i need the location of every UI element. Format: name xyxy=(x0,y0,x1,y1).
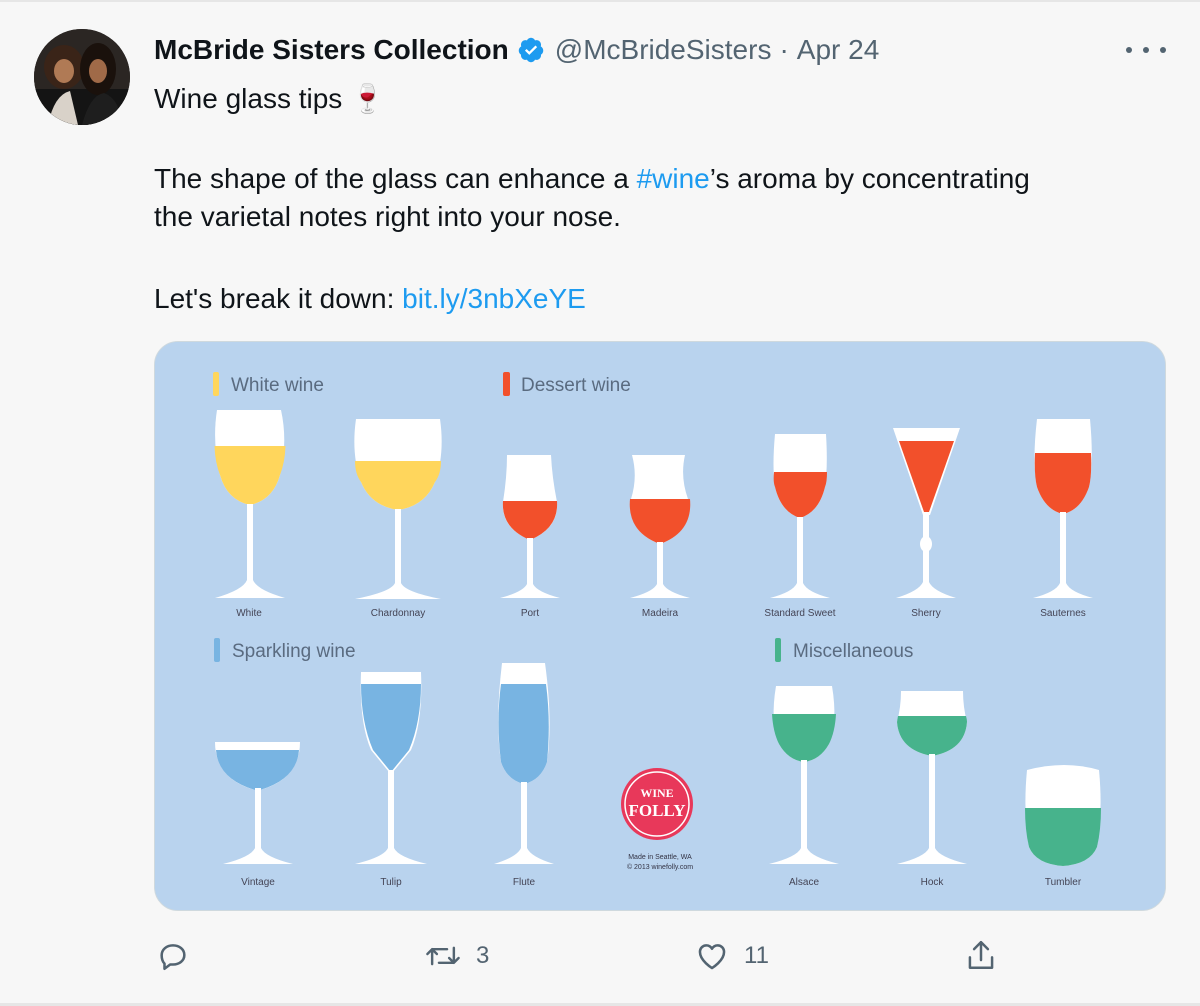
glass-label: Tulip xyxy=(380,877,402,888)
section-miscellaneous: Miscellaneous xyxy=(775,638,913,662)
logo-text: FOLLY xyxy=(628,801,685,820)
section-title: Dessert wine xyxy=(521,375,631,396)
glass-label: Tumbler xyxy=(1045,877,1082,888)
logo-text: WINE xyxy=(640,786,673,800)
tweet-text: ’s aroma by concentrating xyxy=(709,163,1030,194)
wine-glass-infographic: White wine Dessert wine Sparkling wine M… xyxy=(155,342,1165,910)
glass-label: Flute xyxy=(513,877,536,888)
more-dot xyxy=(1160,47,1166,53)
glass-label: Sherry xyxy=(911,608,940,619)
dessert-bottle-icon xyxy=(503,372,510,396)
share-icon xyxy=(968,940,994,970)
glass-label: Standard Sweet xyxy=(764,608,835,619)
short-url-link[interactable]: bit.ly/3nbXeYE xyxy=(402,283,586,314)
section-title: Sparkling wine xyxy=(232,641,356,662)
avatar-image xyxy=(34,29,130,125)
retweet-icon xyxy=(426,946,460,966)
misc-bottle-icon xyxy=(775,638,781,662)
wine-glass-emoji: 🍷 xyxy=(350,83,385,114)
wine-folly-logo: WINE FOLLY Made in Seattle, WA © 2013 wi… xyxy=(621,768,693,871)
heart-icon xyxy=(698,944,726,970)
tweet-header: McBride Sisters Collection @McBrideSiste… xyxy=(154,30,879,70)
section-title: White wine xyxy=(231,375,324,396)
like-button[interactable]: 11 xyxy=(694,930,769,982)
retweet-count: 3 xyxy=(476,942,490,969)
glass-label: Port xyxy=(521,608,540,619)
tweet-actions: 3 11 xyxy=(0,930,1200,982)
hashtag-link[interactable]: #wine xyxy=(637,163,710,194)
tweet-date[interactable]: Apr 24 xyxy=(797,34,880,66)
separator-dot: · xyxy=(779,34,789,65)
glass-label: Madeira xyxy=(642,608,679,619)
avatar[interactable] xyxy=(34,29,130,125)
glass-label: Chardonnay xyxy=(371,608,425,619)
retweet-button[interactable]: 3 xyxy=(424,930,489,982)
more-options-icon[interactable] xyxy=(1126,36,1166,64)
share-button[interactable] xyxy=(964,930,998,982)
sparkling-bottle-icon xyxy=(214,638,220,662)
glass-label: Sauternes xyxy=(1040,608,1086,619)
credit-text: © 2013 winefolly.com xyxy=(627,863,693,871)
white-bottle-icon xyxy=(213,372,219,396)
credit-text: Made in Seattle, WA xyxy=(628,854,692,861)
section-title: Miscellaneous xyxy=(793,641,913,662)
more-dot xyxy=(1143,47,1149,53)
glass-label: Alsace xyxy=(789,877,819,888)
section-sparkling-wine: Sparkling wine xyxy=(214,638,356,662)
glass-label: White xyxy=(236,608,262,619)
divider-top xyxy=(0,0,1200,2)
tweet[interactable]: McBride Sisters Collection @McBrideSiste… xyxy=(0,0,1200,1006)
verified-badge-icon xyxy=(518,37,544,63)
like-count: 11 xyxy=(744,942,769,969)
section-dessert-wine: Dessert wine xyxy=(503,372,631,396)
reply-button[interactable] xyxy=(156,930,204,982)
glass-label: Hock xyxy=(921,877,945,888)
tweet-text: Wine glass tips xyxy=(154,83,351,114)
tweet-media-image[interactable]: White wine Dessert wine Sparkling wine M… xyxy=(154,341,1166,911)
tweet-text: Let's break it down: xyxy=(154,283,403,314)
reply-icon xyxy=(160,944,186,971)
author-handle[interactable]: @McBrideSisters xyxy=(555,34,772,66)
tweet-text-line-4: Let's break it down: bit.ly/3nbXeYE xyxy=(154,280,586,318)
tweet-text-line-3: the varietal notes right into your nose. xyxy=(154,201,621,232)
author-name[interactable]: McBride Sisters Collection xyxy=(154,34,509,66)
more-dot xyxy=(1126,47,1132,53)
tweet-text-line-1: Wine glass tips 🍷 xyxy=(154,80,385,118)
glass-label: Vintage xyxy=(241,877,275,888)
tweet-text: The shape of the glass can enhance a xyxy=(154,163,637,194)
tweet-text-line-2: The shape of the glass can enhance a #wi… xyxy=(154,160,1030,198)
